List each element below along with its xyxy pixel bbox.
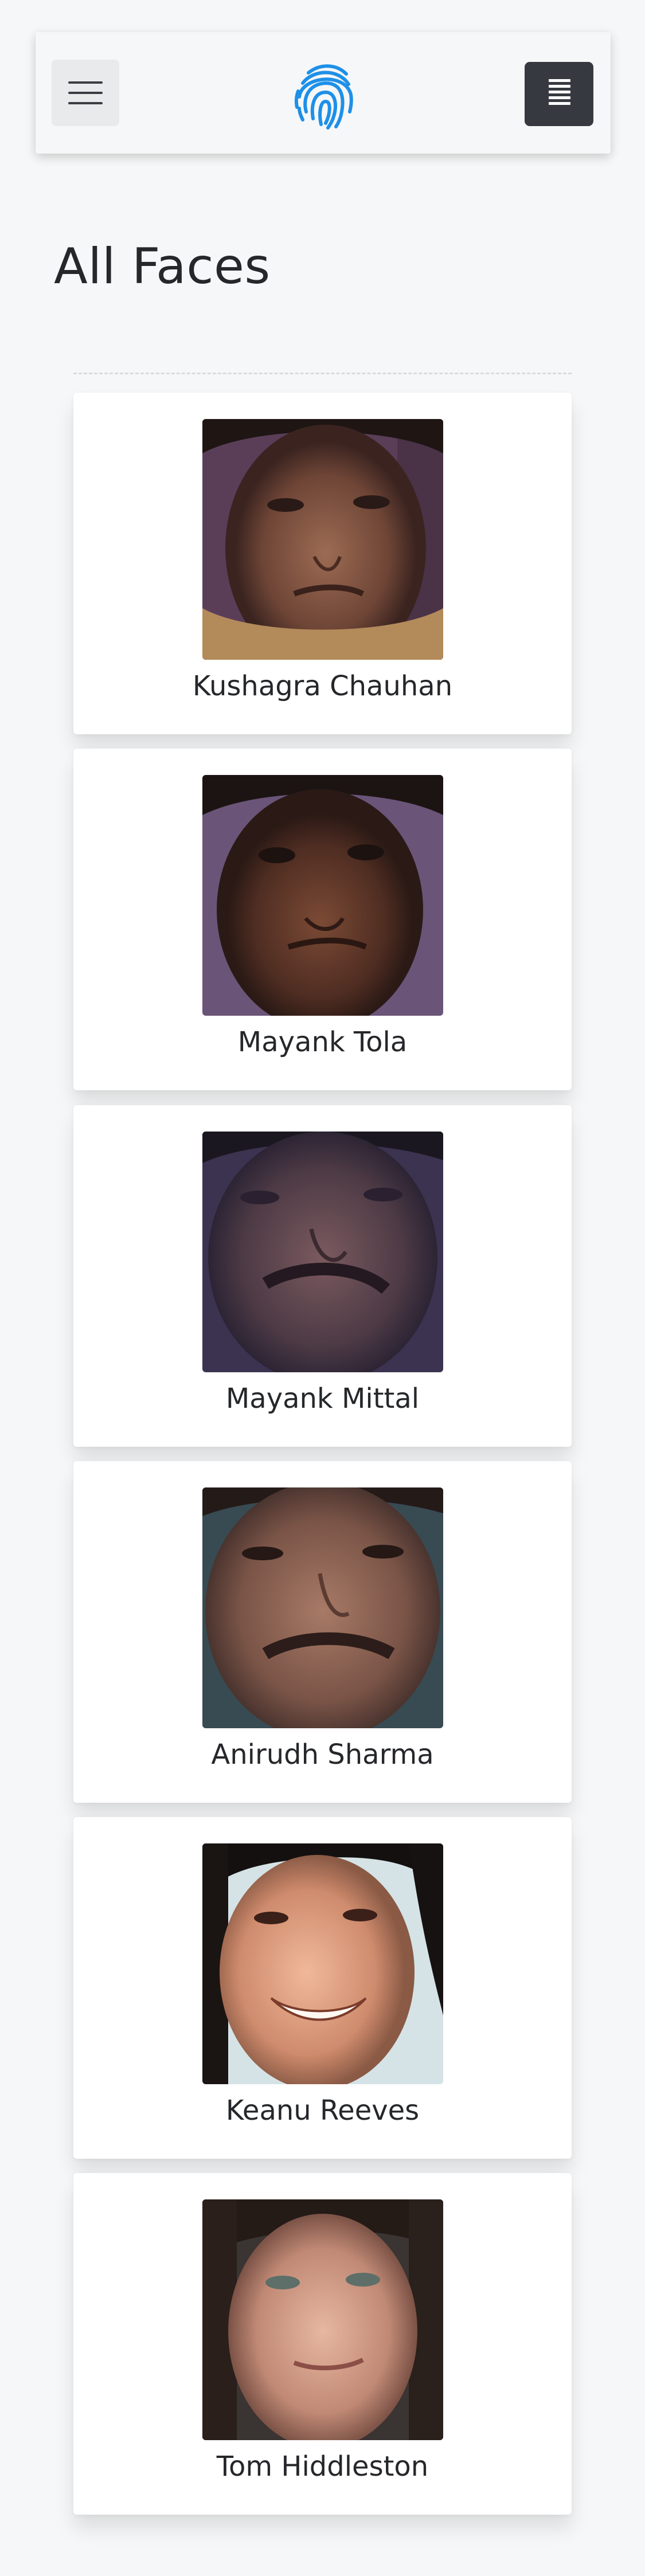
- face-photo: [202, 1843, 443, 2084]
- face-name: Mayank Mittal: [225, 1383, 420, 1415]
- face-photo: [202, 1487, 443, 1728]
- face-card[interactable]: Mayank Mittal: [73, 1105, 572, 1447]
- face-name: Mayank Tola: [237, 1026, 408, 1058]
- face-photo: [202, 1132, 443, 1372]
- face-card[interactable]: Keanu Reeves: [73, 1817, 572, 2159]
- divider: [73, 373, 572, 374]
- face-card[interactable]: Anirudh Sharma: [73, 1461, 572, 1803]
- face-name: Keanu Reeves: [225, 2095, 420, 2127]
- list-icon[interactable]: [525, 62, 593, 126]
- hamburger-bar: [68, 92, 103, 94]
- hamburger-bar: [68, 102, 103, 104]
- face-photo: [202, 2199, 443, 2440]
- hamburger-menu-icon[interactable]: [52, 60, 119, 126]
- face-name: Tom Hiddleston: [216, 2450, 429, 2483]
- face-card[interactable]: Mayank Tola: [73, 749, 572, 1090]
- fingerprint-icon[interactable]: [291, 59, 360, 130]
- face-name: Kushagra Chauhan: [192, 670, 453, 702]
- face-name: Anirudh Sharma: [211, 1739, 434, 1771]
- face-card[interactable]: Tom Hiddleston: [73, 2173, 572, 2515]
- face-photo: [202, 775, 443, 1016]
- top-navbar: [36, 32, 611, 154]
- hamburger-bar: [68, 81, 103, 84]
- page-title: All Faces: [54, 238, 271, 295]
- face-card[interactable]: Kushagra Chauhan: [73, 393, 572, 734]
- list-glyph: [549, 79, 570, 108]
- face-photo: [202, 419, 443, 660]
